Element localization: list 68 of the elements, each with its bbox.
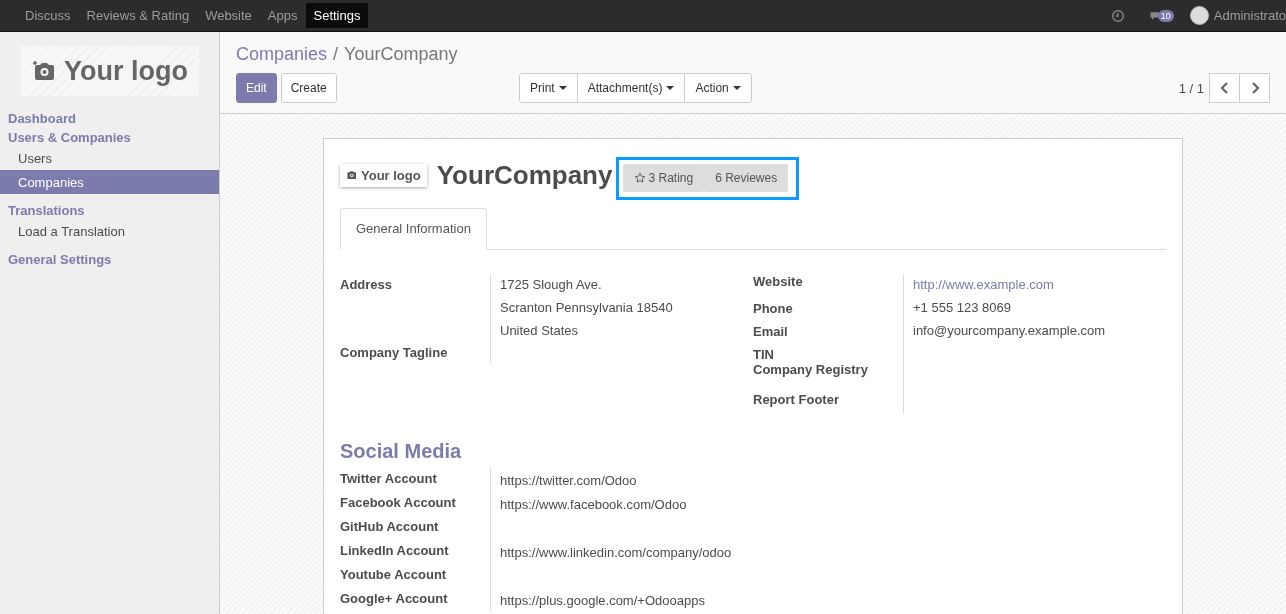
field-value: https://www.linkedin.com/company/odoo: [500, 545, 732, 560]
field-label: Phone: [753, 300, 794, 318]
field-value: United States: [500, 322, 580, 340]
menu-item[interactable]: Website: [197, 3, 260, 28]
sidebar-section[interactable]: Users & Companies: [0, 127, 219, 146]
chevron-left-icon: [1219, 82, 1230, 94]
sidebar-item[interactable]: Load a Translation: [0, 219, 219, 243]
tab[interactable]: General Information: [340, 208, 487, 250]
field-label: Report Footer: [753, 391, 840, 409]
field-label: Youtube Account: [340, 566, 448, 584]
breadcrumb-separator: /: [333, 44, 339, 65]
breadcrumb-link[interactable]: Companies: [236, 44, 328, 65]
field-value: +1 555 123 8069: [913, 299, 1012, 317]
sidebar-section[interactable]: Dashboard: [0, 108, 219, 127]
field-label: Address: [340, 276, 394, 294]
caret-icon: [666, 86, 675, 90]
section-title: Social Media: [340, 440, 463, 463]
menu-item[interactable]: Settings: [305, 3, 369, 28]
field-label: Google+ Account: [340, 590, 449, 608]
sidebar-section[interactable]: General Settings: [0, 249, 219, 268]
sidebar-section[interactable]: Translations: [0, 200, 219, 219]
caret-icon: [558, 86, 567, 90]
field-label: LinkedIn Account: [340, 542, 450, 560]
field-value: https://www.facebook.com/Odoo: [500, 497, 687, 512]
edit-button[interactable]: Edit: [236, 73, 277, 103]
logo-text: Your logo: [361, 167, 421, 183]
chevron-right-icon: [1249, 82, 1260, 94]
previous-button[interactable]: [1209, 73, 1240, 103]
field-value: info@yourcompany.example.com: [913, 322, 1107, 340]
camera-icon: [32, 60, 56, 82]
field-value: 1725 Slough Ave.: [500, 276, 603, 294]
website-link[interactable]: http://www.example.com: [913, 274, 1163, 297]
field-value: https://twitter.com/Odoo: [500, 473, 637, 488]
field-label: GitHub Account: [340, 518, 440, 536]
camera-icon: [346, 170, 357, 180]
company-name: YourCompany: [436, 159, 613, 191]
pager-value: 1 / 1: [1178, 80, 1204, 96]
chat-icon[interactable]: [1148, 9, 1161, 22]
dropdown-button[interactable]: Print: [519, 73, 578, 103]
field-label: Company Registry: [753, 362, 869, 379]
user-menu[interactable]: Administrato: [1213, 8, 1286, 23]
breadcrumb-current: YourCompany: [344, 44, 458, 65]
avatar-icon: [1189, 6, 1209, 25]
stat-button[interactable]: 6 Reviewes: [704, 163, 789, 192]
message-count: 10: [1157, 9, 1174, 22]
sidebar-item[interactable]: Companies: [0, 170, 219, 194]
create-button[interactable]: Create: [280, 73, 337, 103]
field-label: Company Tagline: [340, 344, 449, 362]
dropdown-button[interactable]: Action: [684, 73, 752, 103]
clock-icon[interactable]: [1110, 8, 1125, 23]
logo-text: Your logo: [64, 55, 188, 87]
next-button[interactable]: [1239, 73, 1270, 103]
company-logo[interactable]: Your logo: [340, 163, 427, 187]
sidebar-item[interactable]: Users: [0, 146, 219, 170]
field-label: Email: [753, 323, 789, 341]
menu-item[interactable]: Reviews & Rating: [78, 3, 198, 28]
field-label: Facebook Account: [340, 494, 457, 512]
menu-item[interactable]: Apps: [259, 3, 306, 28]
menu-item[interactable]: Discuss: [17, 3, 79, 28]
star-icon: [634, 171, 647, 184]
dropdown-button[interactable]: Attachment(s): [576, 73, 686, 103]
caret-icon: [732, 86, 741, 90]
field-value: Scranton Pennsylvania 18540: [500, 299, 674, 317]
field-value: https://plus.google.com/+Odooapps: [500, 593, 705, 608]
stat-button[interactable]: 3 Rating: [623, 163, 705, 192]
field-label: TIN: [753, 346, 775, 362]
field-label: Website: [753, 274, 804, 291]
field-label: Twitter Account: [340, 470, 438, 488]
